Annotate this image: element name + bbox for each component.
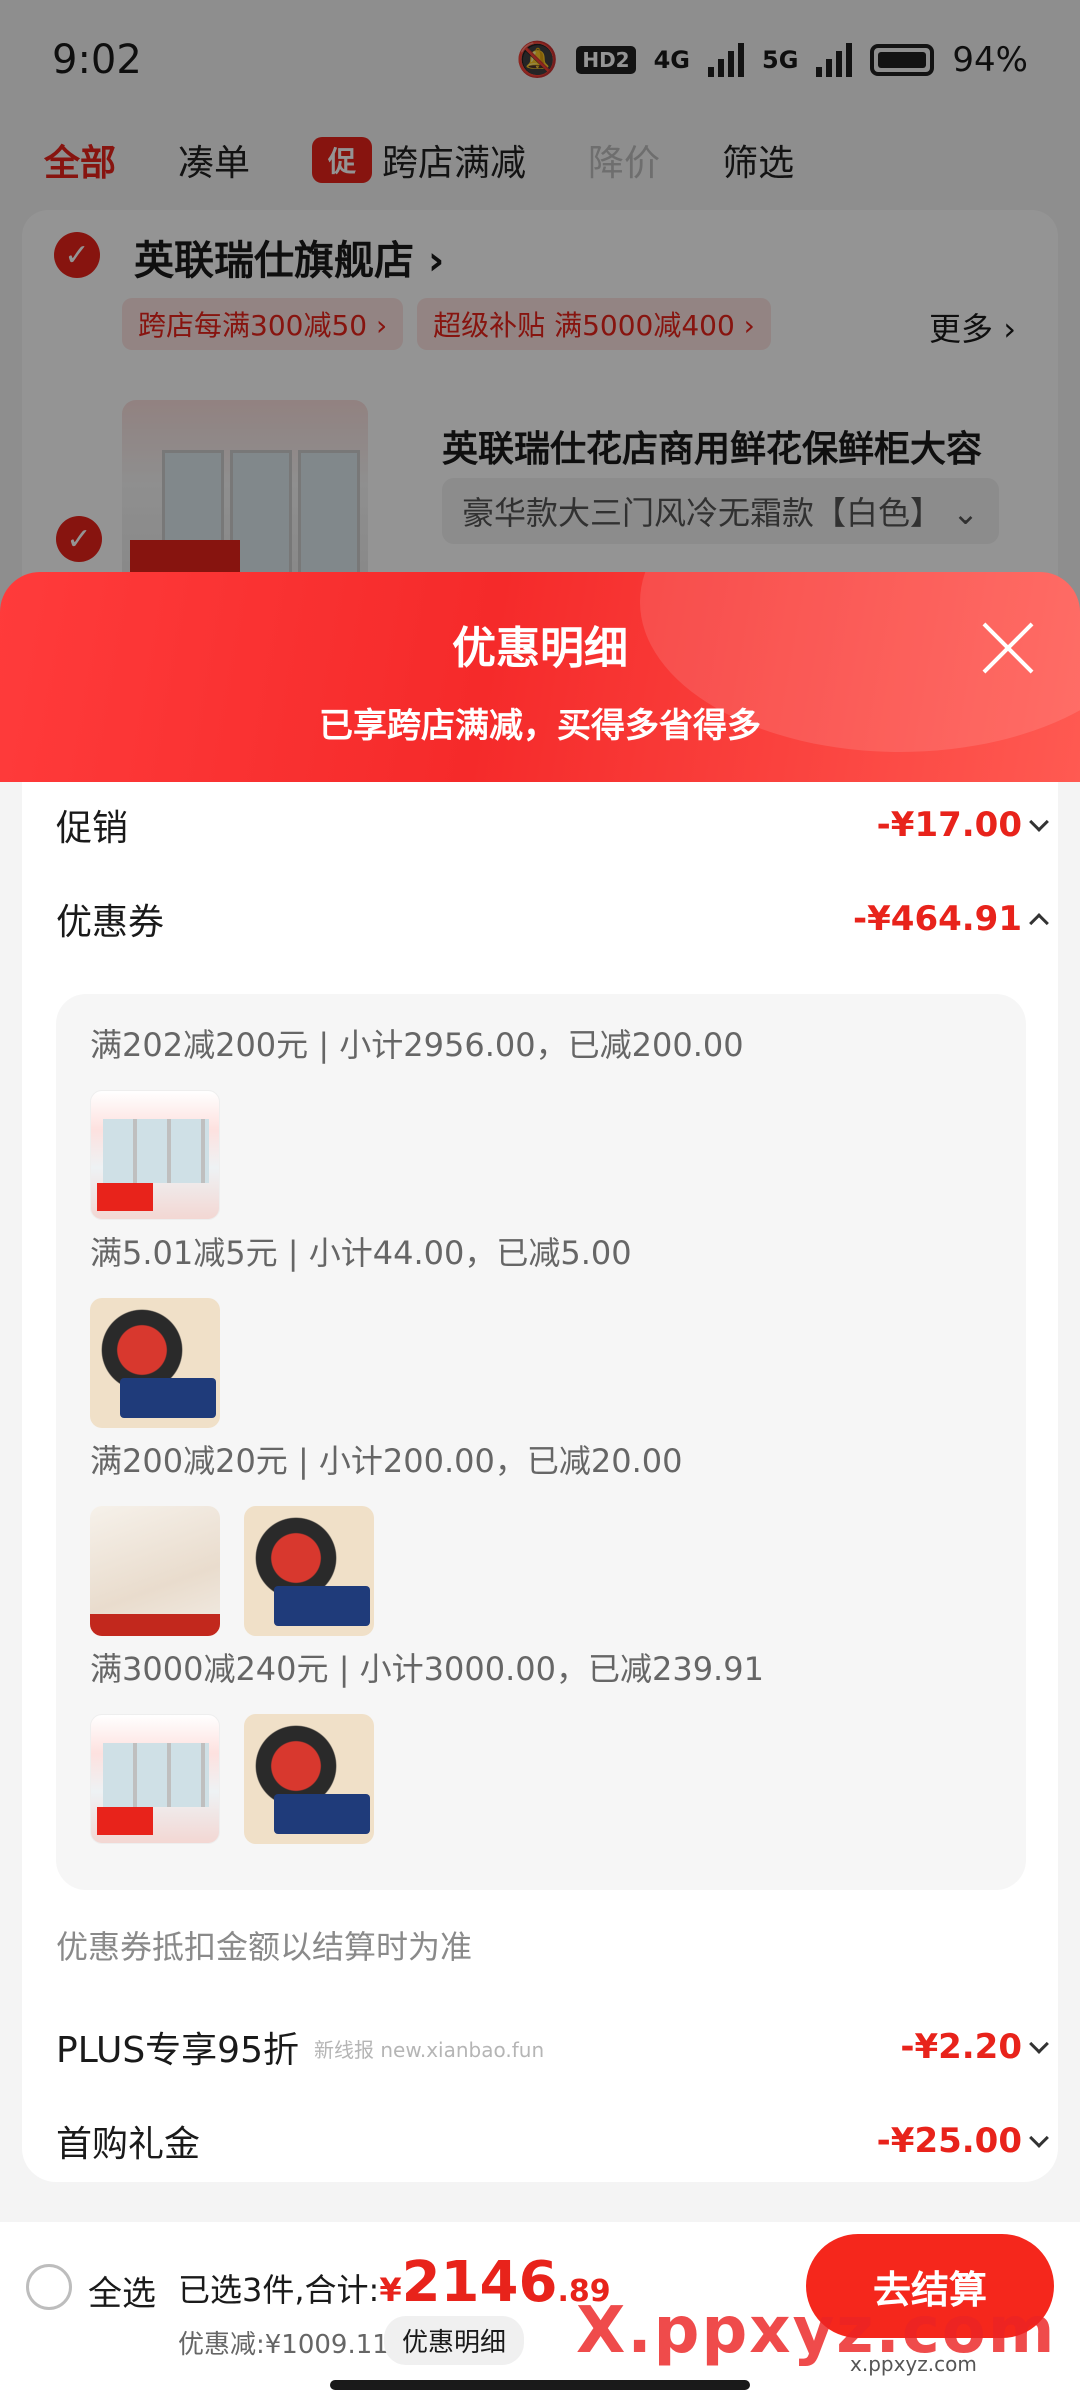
site-watermark-url: x.ppxyz.com (850, 2352, 977, 2376)
close-icon[interactable] (980, 620, 1036, 676)
sheet-subtitle: 已享跨店满减，买得多省得多 (319, 706, 761, 746)
coupon-detail-box: 满202减200元 | 小计2956.00，已减200.00 满5.01减5元 … (56, 994, 1026, 1890)
total-amount: 2146 (401, 2250, 558, 2315)
product-thumbnail (244, 1506, 374, 1636)
total-summary: 已选3件,合计: ¥ 2146 .89 (178, 2250, 611, 2315)
discount-panel: 促销 -¥17.00 优惠券 -¥464.91 满202减200元 | 小计29… (22, 782, 1058, 2182)
saved-amount: 优惠减:¥1009.11 (178, 2330, 389, 2360)
product-thumbnail (244, 1714, 374, 1844)
first-purchase-gift-row[interactable]: 首购礼金 -¥25.00 (56, 2106, 1049, 2176)
sheet-body: 促销 -¥17.00 优惠券 -¥464.91 满202减200元 | 小计29… (0, 782, 1080, 2222)
select-all-label[interactable]: 全选 (88, 2266, 156, 2315)
chevron-up-icon (1029, 913, 1049, 933)
plus-discount-row[interactable]: PLUS专享95折 -¥2.20 (56, 2012, 1049, 2082)
coupon-line: 满202减200元 | 小计2956.00，已减200.00 (90, 1026, 744, 1064)
product-thumbnail (90, 1714, 220, 1844)
promo-row[interactable]: 促销 -¥17.00 (56, 790, 1049, 860)
sheet-header: 优惠明细 已享跨店满减，买得多省得多 (0, 572, 1080, 798)
site-watermark: X.ppxyz.com (576, 2294, 1057, 2368)
chevron-down-icon (1029, 2034, 1049, 2054)
product-thumbnail (90, 1090, 220, 1220)
coupon-note: 优惠券抵扣金额以结算时为准 (56, 1928, 473, 1966)
coupon-line: 满3000减240元 | 小计3000.00，已减239.91 (90, 1650, 764, 1688)
discount-detail-sheet: 优惠明细 已享跨店满减，买得多省得多 促销 -¥17.00 优惠券 -¥464.… (0, 572, 1080, 2222)
coupon-line: 满5.01减5元 | 小计44.00，已减5.00 (90, 1234, 632, 1272)
chevron-down-icon (1029, 2128, 1049, 2148)
select-all-radio[interactable] (26, 2264, 72, 2310)
checkout-bar: 全选 已选3件,合计: ¥ 2146 .89 优惠减:¥1009.11 优惠明细… (0, 2222, 1080, 2400)
coupon-row[interactable]: 优惠券 -¥464.91 (56, 884, 1049, 954)
chevron-down-icon (1029, 812, 1049, 832)
coupon-amount: -¥464.91 (853, 899, 1049, 939)
sheet-title: 优惠明细 (452, 623, 628, 674)
product-thumbnail (90, 1298, 220, 1428)
product-thumbnail (90, 1506, 220, 1636)
promo-amount: -¥17.00 (877, 805, 1049, 845)
gift-amount: -¥25.00 (877, 2121, 1049, 2161)
plus-amount: -¥2.20 (900, 2027, 1049, 2067)
home-indicator[interactable] (330, 2380, 750, 2390)
coupon-line: 满200减20元 | 小计200.00，已减20.00 (90, 1442, 683, 1480)
discount-detail-button[interactable]: 优惠明细 (384, 2316, 525, 2365)
